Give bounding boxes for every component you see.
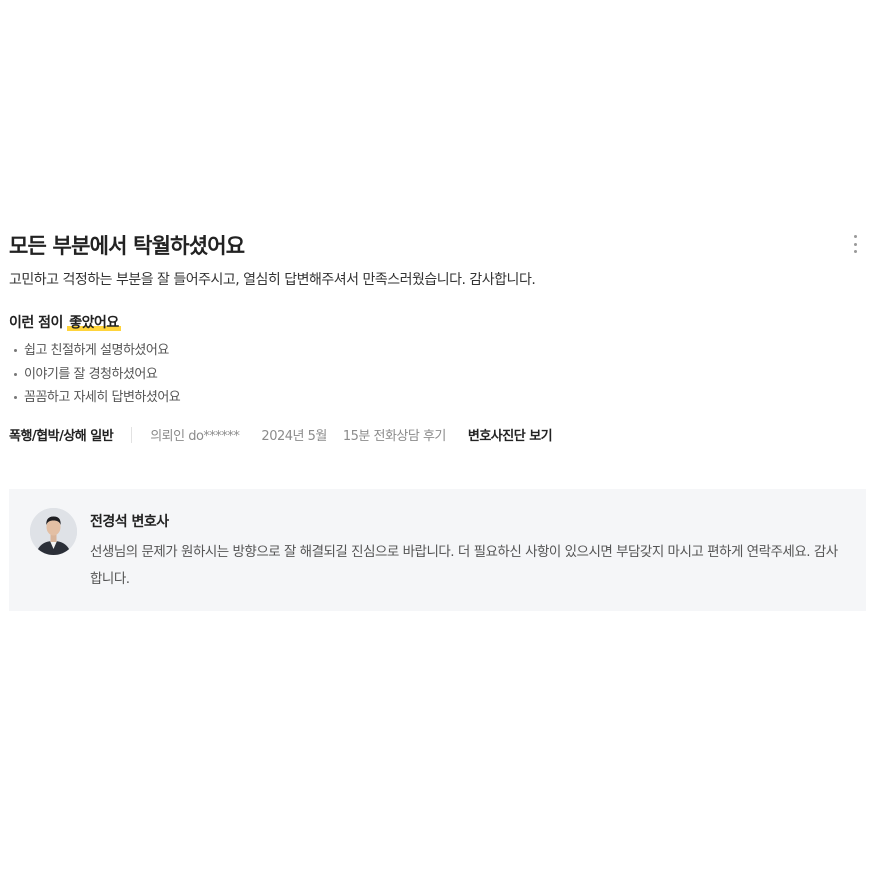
review-client: 의뢰인 do****** — [150, 429, 240, 444]
review-consult-type: 15분 전화상담 후기 — [342, 429, 447, 444]
review-meta: 폭행/협박/상해 일반 의뢰인 do****** 2024년 5월 15분 전화… — [9, 424, 866, 446]
more-dot — [853, 235, 857, 238]
more-options-icon[interactable] — [850, 235, 860, 253]
list-item: 쉽고 친절하게 설명하셨어요 — [9, 339, 866, 363]
good-point-text: 이야기를 잘 경청하셨어요 — [24, 366, 158, 382]
good-points-heading-prefix: 이런 점이 — [9, 315, 63, 331]
review-body: 고민하고 걱정하는 부분을 잘 들어주시고, 열심히 답변해주셔서 만족스러웠습… — [9, 272, 536, 288]
good-points-list: 쉽고 친절하게 설명하셨어요 이야기를 잘 경청하셨어요 꼼꼼하고 자세히 답변… — [9, 339, 866, 410]
diagnosis-link[interactable]: 변호사진단 보기 — [468, 425, 553, 444]
good-point-text: 쉽고 친절하게 설명하셨어요 — [24, 343, 169, 358]
more-dot — [853, 250, 857, 253]
review-title: 모든 부분에서 탁월하셨어요 — [9, 234, 245, 258]
more-dot — [853, 242, 857, 246]
review-card: 모든 부분에서 탁월하셨어요 고민하고 걱정하는 부분을 잘 들어주시고, 열심… — [9, 230, 866, 446]
list-item: 꼼꼼하고 자세히 답변하셨어요 — [9, 386, 866, 410]
avatar — [30, 508, 77, 555]
list-item: 이야기를 잘 경청하셨어요 — [9, 363, 866, 387]
meta-divider — [131, 426, 133, 443]
review-category: 폭행/협박/상해 일반 — [9, 429, 114, 444]
bullet-icon — [14, 372, 17, 376]
bullet-icon — [14, 349, 17, 353]
good-points-heading: 이런 점이 좋았어요 — [9, 311, 866, 335]
good-point-text: 꼼꼼하고 자세히 답변하셨어요 — [24, 390, 181, 405]
reply-text: 선생님의 문제가 원하시는 방향으로 잘 해결되길 진심으로 바랍니다. 더 필… — [90, 544, 838, 587]
good-points-heading-highlight: 좋았어요 — [67, 315, 121, 331]
bullet-icon — [14, 396, 17, 400]
lawyer-name: 전경석 변호사 — [90, 514, 169, 530]
lawyer-portrait-icon — [30, 508, 77, 555]
review-date: 2024년 5월 — [261, 429, 327, 444]
lawyer-reply: 전경석 변호사 선생님의 문제가 원하시는 방향으로 잘 해결되길 진심으로 바… — [9, 489, 866, 611]
